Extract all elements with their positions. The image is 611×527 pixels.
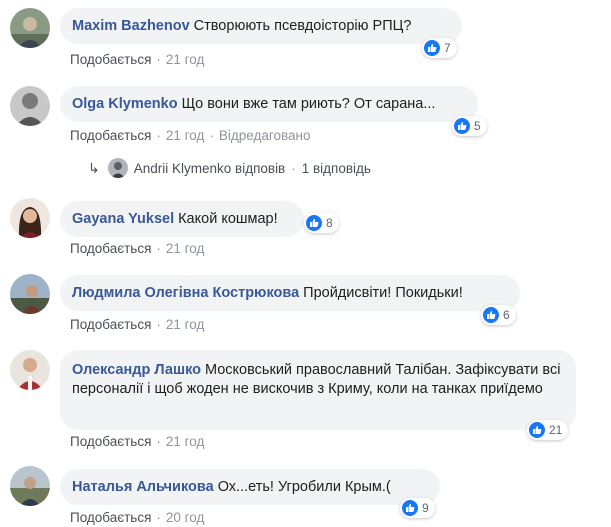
reaction-count[interactable]: 8	[304, 213, 339, 233]
comment-author[interactable]: Наталья Альчикова	[72, 479, 214, 495]
like-icon	[424, 40, 440, 56]
comment-time[interactable]: 21 год	[166, 241, 204, 256]
comment-text: Какой кошмар!	[178, 211, 278, 227]
like-icon	[402, 500, 418, 516]
comment-time[interactable]: 21 год	[166, 317, 204, 332]
like-icon	[529, 422, 545, 438]
comment-actions: Подобається · 21 год	[70, 317, 204, 332]
avatar	[107, 158, 128, 178]
avatar[interactable]	[10, 8, 50, 48]
avatar[interactable]	[10, 350, 50, 390]
comment-actions: Подобається · 21 год · Відредаговано	[70, 128, 311, 143]
separator-dot: ·	[156, 434, 161, 449]
separator-dot: ·	[156, 317, 161, 332]
reaction-count[interactable]: 21	[527, 420, 569, 440]
like-count: 21	[549, 423, 563, 437]
reaction-count[interactable]: 6	[481, 305, 516, 325]
separator-dot: ·	[156, 128, 161, 143]
like-button[interactable]: Подобається	[70, 510, 151, 525]
like-button[interactable]: Подобається	[70, 52, 151, 67]
avatar[interactable]	[10, 466, 50, 506]
reply-arrow-icon: ↳	[88, 159, 100, 176]
edited-label[interactable]: Відредаговано	[219, 128, 311, 143]
comment-author[interactable]: Maxim Bazhenov	[72, 18, 190, 34]
like-button[interactable]: Подобається	[70, 434, 151, 449]
comment-text: Пройдисвіти! Покидьки!	[303, 285, 463, 301]
separator-dot: ·	[209, 128, 214, 143]
comment-bubble: Gayana Yuksel Какой кошмар!	[60, 201, 304, 237]
reaction-count[interactable]: 5	[452, 116, 487, 136]
like-button[interactable]: Подобається	[70, 241, 151, 256]
comment-author[interactable]: Gayana Yuksel	[72, 211, 174, 227]
separator-dot: ·	[156, 510, 161, 525]
separator-dot: ·	[156, 241, 161, 256]
reaction-count[interactable]: 7	[422, 38, 457, 58]
comment-time[interactable]: 21 год	[166, 128, 204, 143]
comment-author[interactable]: Olga Klymenko	[72, 96, 178, 112]
comment-bubble: Наталья Альчикова Ох...еть! Угробили Крым…	[60, 469, 440, 505]
like-count: 6	[503, 308, 510, 322]
comment-author[interactable]: Людмила Олегівна Кострюкова	[72, 285, 299, 301]
separator-dot: ·	[291, 160, 296, 176]
comment-time[interactable]: 21 год	[166, 434, 204, 449]
comment-actions: Подобається · 20 год	[70, 510, 204, 525]
like-icon	[483, 307, 499, 323]
like-count: 8	[326, 216, 333, 230]
like-button[interactable]: Подобається	[70, 128, 151, 143]
view-replies-link[interactable]: ↳ Andrii Klymenko відповів · 1 відповідь	[88, 158, 371, 178]
like-icon	[306, 215, 322, 231]
avatar[interactable]	[10, 86, 50, 126]
reply-author-text[interactable]: Andrii Klymenko відповів	[134, 161, 286, 176]
avatar[interactable]	[10, 198, 50, 238]
comment-bubble: Olga Klymenko Що вони вже там риють? От с…	[60, 86, 478, 122]
comment-actions: Подобається · 21 год	[70, 434, 204, 449]
reply-count[interactable]: 1 відповідь	[302, 161, 371, 176]
like-count: 7	[444, 41, 451, 55]
comment-time[interactable]: 21 год	[166, 52, 204, 67]
reaction-count[interactable]: 9	[400, 498, 435, 518]
comment-text: Створюють псевдоісторію РПЦ?	[193, 18, 412, 34]
like-count: 9	[422, 501, 429, 515]
like-count: 5	[474, 119, 481, 133]
comment-author[interactable]: Олександр Лашко	[72, 362, 201, 378]
comment-text: Що вони вже там риють? От сарана...	[181, 96, 436, 112]
like-button[interactable]: Подобається	[70, 317, 151, 332]
like-icon	[454, 118, 470, 134]
comment-bubble: Maxim Bazhenov Створюють псевдоісторію РП…	[60, 8, 462, 44]
comment-text: Ох...еть! Угробили Крым.(	[217, 479, 391, 495]
avatar[interactable]	[10, 274, 50, 314]
separator-dot: ·	[156, 52, 161, 67]
comment-actions: Подобається · 21 год	[70, 52, 204, 67]
comment-actions: Подобається · 21 год	[70, 241, 204, 256]
comment-bubble: Олександр Лашко Московський православний …	[60, 350, 576, 430]
comment-time[interactable]: 20 год	[166, 510, 204, 525]
comment-bubble: Людмила Олегівна Кострюкова Пройдисвіти! …	[60, 275, 520, 311]
